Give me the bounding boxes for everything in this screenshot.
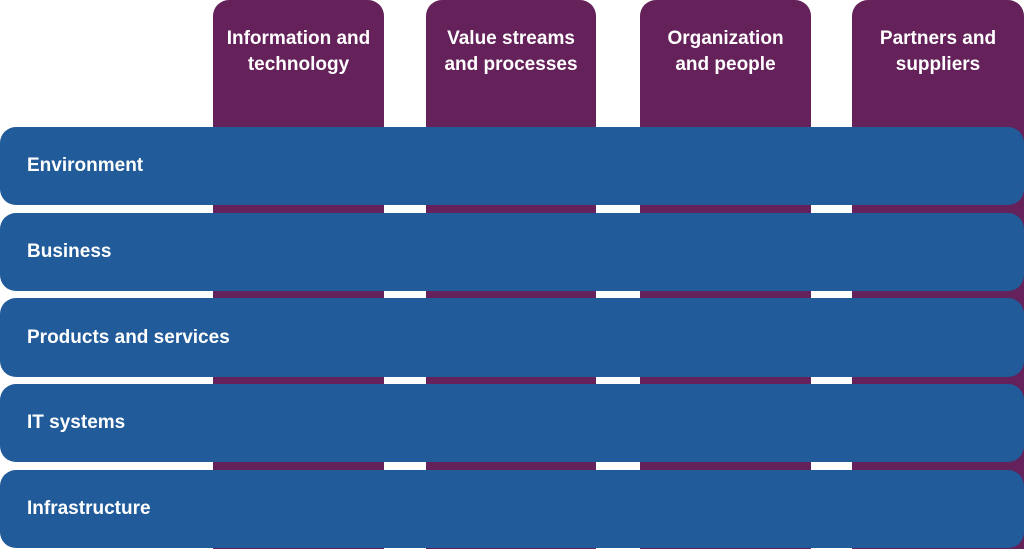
row-label: Infrastructure	[27, 498, 151, 519]
layer-row-business: Business	[0, 213, 1024, 291]
layer-row-it-systems: IT systems	[0, 384, 1024, 462]
row-label: Products and services	[27, 326, 230, 348]
column-label: Value streams and processes	[444, 28, 578, 75]
layer-row-environment: Environment	[0, 127, 1024, 205]
column-label: Information and technology	[226, 28, 371, 75]
row-label: Business	[27, 241, 112, 262]
layer-row-products-and-services: Products and services	[0, 298, 1024, 377]
column-label: Partners and suppliers	[879, 28, 997, 75]
column-label: Organization and people	[667, 28, 784, 75]
row-label: IT systems	[27, 412, 126, 433]
row-label: Environment	[27, 155, 144, 176]
layer-row-infrastructure: Infrastructure	[0, 470, 1024, 548]
